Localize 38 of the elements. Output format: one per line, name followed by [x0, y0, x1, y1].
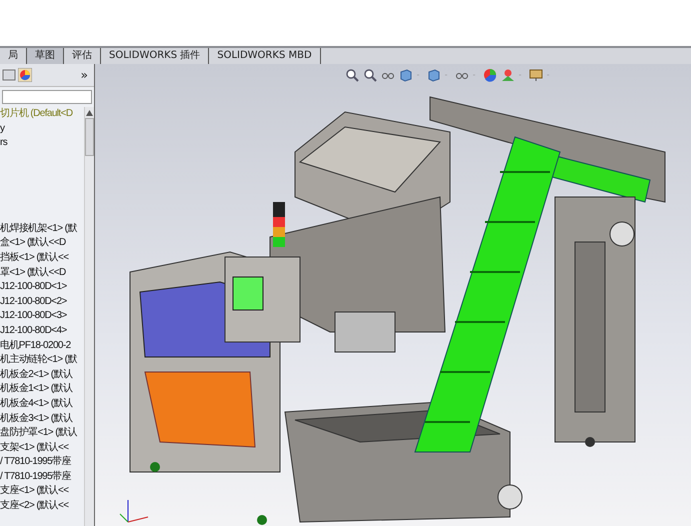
- tree-item[interactable]: 机焊接机架<1> (默: [0, 222, 84, 236]
- tree-item[interactable]: J12-100-80D<4>: [0, 324, 84, 339]
- tree-item[interactable]: J12-100-80D<3>: [0, 309, 84, 324]
- tree-item[interactable]: 切片机 (Default<D: [0, 107, 84, 122]
- ribbon-tab[interactable]: 草图: [27, 48, 64, 64]
- tree-item[interactable]: 机板金1<1> (默认: [0, 382, 84, 397]
- tree-item[interactable]: 罩<1> (默认<<D: [0, 266, 84, 280]
- tree-item[interactable]: 支座<1> (默认<<: [0, 484, 84, 500]
- tree-item[interactable]: / T7810-1995带座: [0, 455, 84, 470]
- scroll-up-icon[interactable]: [86, 110, 93, 116]
- tree-item[interactable]: / T7810-1995带座: [0, 470, 84, 484]
- monitor-icon[interactable]: [529, 68, 543, 82]
- tree-item[interactable]: J12-100-80D<2>: [0, 294, 84, 310]
- tree-item[interactable]: 机板金3<1> (默认: [0, 412, 84, 426]
- tree-item[interactable]: y: [0, 122, 84, 136]
- tree-item[interactable]: 机板金4<1> (默认: [0, 396, 84, 412]
- axis-triad-icon: [120, 500, 148, 522]
- zoom-icon[interactable]: [363, 68, 377, 82]
- appearance-icon[interactable]: [18, 68, 32, 82]
- cube-icon[interactable]: [399, 68, 413, 82]
- more-button[interactable]: »: [80, 68, 92, 82]
- panel-tab-icon[interactable]: [2, 68, 16, 82]
- scrollbar-thumb[interactable]: [85, 118, 94, 156]
- tree-item[interactable]: J12-100-80D<1>: [0, 280, 84, 295]
- tree-item[interactable]: 盒<1> (默认<<D: [0, 236, 84, 251]
- color-ball-icon[interactable]: [483, 68, 497, 82]
- tree-item[interactable]: 支座<2> (默认<<: [0, 499, 84, 514]
- tree-item[interactable]: 机板金2<1> (默认: [0, 368, 84, 382]
- filter-field[interactable]: [2, 90, 92, 104]
- tree-item[interactable]: 支架<1> (默认<<: [0, 440, 84, 456]
- tree-item[interactable]: 盘防护罩<1> (默认: [0, 426, 84, 441]
- tree-item[interactable]: 机主动链轮<1> (默: [0, 353, 84, 368]
- tree-item[interactable]: rs: [0, 136, 84, 151]
- scene-icon[interactable]: [501, 68, 515, 82]
- cube-icon[interactable]: [427, 68, 441, 82]
- zoom-icon[interactable]: [345, 68, 359, 82]
- tree-item[interactable]: 挡板<1> (默认<<: [0, 250, 84, 266]
- tree-item[interactable]: 电机PF18-0200-2: [0, 338, 84, 354]
